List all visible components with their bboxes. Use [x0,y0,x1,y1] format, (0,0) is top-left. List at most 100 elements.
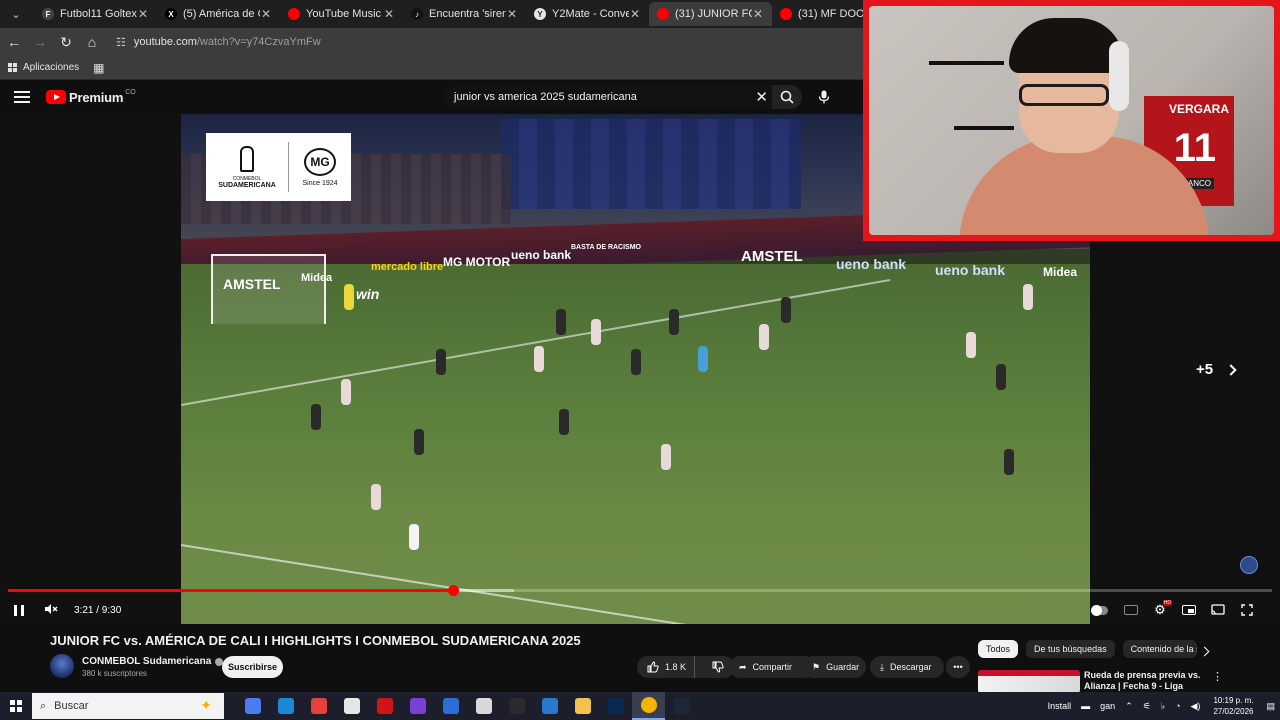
tab-search-button[interactable]: ⌄ [4,4,28,24]
player [966,332,976,358]
taskbar-app-button[interactable] [632,692,665,720]
wifi-icon[interactable]: ◔ [1175,701,1180,711]
site-info-icon[interactable]: ☷ [116,36,126,49]
calculator-icon [475,698,492,714]
taskbar-app-button[interactable] [335,692,368,720]
fullscreen-button[interactable] [1239,602,1255,618]
close-tab-icon[interactable]: ✕ [506,7,518,21]
taskbar-app-button[interactable] [599,692,632,720]
reload-button[interactable]: ↻ [54,30,78,54]
taskbar-app-button[interactable] [368,692,401,720]
taskbar-app-button[interactable] [500,692,533,720]
search-highlight-icon: ✦ [200,697,212,713]
youtube-music-icon [288,8,300,20]
notifications-icon[interactable]: ▤ [1266,701,1275,712]
search-input[interactable]: junior vs america 2025 sudamericana ✕ [444,85,774,109]
home-button[interactable]: ⌂ [80,30,104,54]
browser-tab[interactable]: YouTube Music ✕ [280,2,403,26]
url-field[interactable]: ☷ youtube.com/watch?v=y74CzvaYmFw [116,36,321,49]
player [1023,284,1033,310]
taskbar-search[interactable]: ⌕ Buscar ✦ [32,693,224,719]
browser-tab[interactable]: ♪ Encuentra 'sirena om✕ [403,2,526,26]
subscribe-button[interactable]: Suscribirse [222,656,283,678]
board-text: Midea [1043,265,1078,279]
tab-groups-icon[interactable]: ▦ [93,61,104,75]
close-tab-icon[interactable]: ✕ [137,7,149,21]
channel-name-row[interactable]: CONMEBOL Sudamericana [82,656,224,667]
start-button[interactable] [0,692,32,720]
pause-button[interactable] [14,604,24,616]
taskbar-app-button[interactable] [434,692,467,720]
chevron-up-icon[interactable]: ⌃ [1125,701,1133,712]
menu-icon[interactable] [14,91,30,103]
player [631,349,641,375]
mute-button[interactable] [44,603,58,618]
chip-all[interactable]: Todos [978,640,1019,658]
volume-icon[interactable]: ◀) [1191,701,1201,712]
like-button[interactable]: 1.8 K [637,656,695,678]
voice-search-button[interactable] [812,85,836,109]
sudamericana-logo: CONMEBOL SUDAMERICANA [206,145,288,189]
gan-label[interactable]: gan [1100,701,1115,711]
forward-button[interactable]: → [28,30,52,54]
channel-name[interactable]: CONMEBOL Sudamericana [82,656,211,667]
clear-search-icon[interactable]: ✕ [755,88,768,106]
taskbar-app-button[interactable] [401,692,434,720]
settings-button[interactable]: ⚙ HD [1152,600,1172,618]
miniplayer-button[interactable] [1181,602,1197,618]
autoplay-toggle[interactable] [1091,602,1108,618]
board-text: ueno bank [836,256,907,272]
taskbar-app-button[interactable] [269,692,302,720]
close-tab-icon[interactable]: ✕ [752,7,764,21]
back-button[interactable]: ← [2,30,26,54]
save-button[interactable]: ⚑ Guardar [802,656,866,678]
coach [409,524,419,550]
chips-next-icon[interactable] [1199,646,1210,657]
browser-tab[interactable]: X (5) América de Cali (@✕ [157,2,280,26]
close-tab-icon[interactable]: ✕ [629,7,641,21]
browser-tab[interactable]: Y Y2Mate - Convertido✕ [526,2,649,26]
browser-tab[interactable]: F Futbol11 Goltexto - F✕ [34,2,157,26]
chip-from-searches[interactable]: De tus búsquedas [1026,640,1115,658]
progress-bar[interactable] [8,585,1272,596]
taskbar-app-button[interactable] [302,692,335,720]
player [556,309,566,335]
search-button[interactable] [772,85,802,109]
more-actions-button[interactable]: ••• [946,656,970,678]
board-text: MG MOTOR [443,255,511,269]
taskbar-app-button[interactable] [236,692,269,720]
mg-logo: MG Since 1924 [289,147,351,187]
close-tab-icon[interactable]: ✕ [383,7,395,21]
trophy-icon [240,145,254,172]
chip-channel-content[interactable]: Contenido de la se [1122,640,1197,658]
youtube-logo[interactable]: Premium CO [46,89,136,105]
recommendation-menu-icon[interactable]: ⋮ [1212,670,1223,683]
next-videos-indicator[interactable]: +5 [1196,361,1237,378]
network-icon[interactable]: ⚟ [1143,701,1151,712]
player [669,309,679,335]
subtitles-button[interactable] [1123,602,1139,618]
channel-avatar[interactable] [50,654,74,678]
store-icon [310,698,327,714]
taskbar-app-button[interactable] [533,692,566,720]
taskbar-app-button[interactable] [467,692,500,720]
cast-button[interactable] [1210,602,1226,618]
close-tab-icon[interactable]: ✕ [260,7,272,21]
download-button[interactable]: ⤓ Descargar [870,656,944,678]
microphone-icon[interactable]: ♭ [1161,701,1165,712]
taskbar-app-button[interactable] [566,692,599,720]
widget-icon[interactable]: ▬ [1081,701,1090,711]
install-label[interactable]: Install [1048,701,1072,711]
steam-icon [673,698,690,714]
clock[interactable]: 10:19 p. m. 27/02/2026 [1213,695,1253,717]
save-label: Guardar [826,662,860,672]
sponsor-overlay: CONMEBOL SUDAMERICANA MG Since 1924 [206,133,351,201]
like-dislike-group: 1.8 K [637,656,735,678]
taskbar-app-button[interactable] [665,692,698,720]
scrubber-handle[interactable] [447,585,459,596]
browser-tab[interactable]: (31) JUNIOR FC vs. AM✕ [649,2,772,26]
recommendation-thumbnail[interactable] [978,670,1080,694]
photoshop-icon [607,698,624,714]
bookmark-apps[interactable]: Aplicaciones [23,62,79,73]
channel-watermark[interactable] [1240,556,1258,574]
